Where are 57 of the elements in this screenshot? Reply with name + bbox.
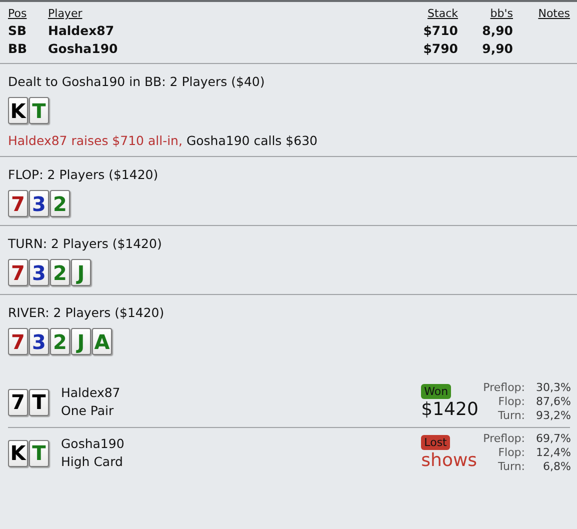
- street-title: RIVER: 2 Players ($1420): [8, 305, 166, 320]
- table-cell: $790: [423, 40, 458, 56]
- table-cell: Haldex87: [48, 22, 114, 38]
- playing-card: 3: [29, 328, 49, 355]
- playing-card: 2: [50, 259, 70, 286]
- column-header: Notes: [538, 7, 570, 20]
- equity-label: Flop:: [497, 395, 525, 409]
- playing-card: T: [29, 97, 49, 124]
- equity-value: 93,2%: [535, 409, 571, 423]
- equity-label: Turn:: [496, 460, 525, 474]
- table-cell: 9,90: [482, 40, 513, 56]
- equity-label: Preflop:: [483, 381, 525, 395]
- equity-value: 87,6%: [535, 395, 571, 409]
- equity-value: 6,8%: [542, 460, 571, 474]
- street-title: FLOP: 2 Players ($1420): [8, 167, 160, 182]
- street-title: Dealt to Gosha190 in BB: 2 Players ($40): [8, 74, 266, 89]
- result-amount: $1420: [421, 398, 478, 420]
- playing-card: 7: [8, 328, 28, 355]
- equity-label: Turn:: [496, 409, 525, 423]
- column-header: bb's: [490, 7, 513, 20]
- playing-card: 3: [29, 259, 49, 286]
- playing-card: K: [8, 440, 28, 466]
- player-name: Haldex87: [61, 384, 122, 402]
- playing-card: 2: [50, 328, 70, 355]
- result-amount: shows: [421, 450, 478, 472]
- playing-card: 2: [50, 190, 70, 217]
- playing-card: T: [29, 388, 49, 416]
- playing-card: T: [29, 440, 49, 466]
- column-header: Pos: [8, 7, 27, 20]
- action-text: Haldex87 raises $710 all-in,: [8, 133, 182, 148]
- hand-rank: High Card: [61, 453, 124, 471]
- hand-rank: One Pair: [61, 402, 115, 420]
- table-cell: 8,90: [482, 22, 513, 38]
- equity-value: 30,3%: [535, 381, 571, 395]
- playing-card: 7: [8, 388, 28, 416]
- street-title: TURN: 2 Players ($1420): [8, 236, 163, 251]
- action-text: Gosha190 calls $630: [186, 133, 318, 148]
- table-cell: $710: [423, 22, 458, 38]
- table-cell: SB: [8, 22, 27, 38]
- playing-card: K: [8, 97, 28, 124]
- table-cell: Gosha190: [48, 40, 118, 56]
- equity-label: Preflop:: [483, 432, 525, 446]
- equity-value: 69,7%: [535, 432, 571, 446]
- playing-card: 7: [8, 190, 28, 217]
- column-header: Player: [48, 7, 82, 20]
- player-name: Gosha190: [61, 435, 126, 453]
- equity-value: 12,4%: [535, 446, 571, 460]
- playing-card: J: [71, 259, 91, 286]
- result-badge: Lost: [421, 434, 450, 450]
- result-badge: Won: [421, 384, 452, 398]
- table-cell: BB: [8, 40, 28, 56]
- column-header: Stack: [428, 7, 458, 20]
- playing-card: A: [92, 328, 112, 355]
- equity-label: Flop:: [497, 446, 525, 460]
- playing-card: 7: [8, 259, 28, 286]
- playing-card: J: [71, 328, 91, 355]
- playing-card: 3: [29, 190, 49, 217]
